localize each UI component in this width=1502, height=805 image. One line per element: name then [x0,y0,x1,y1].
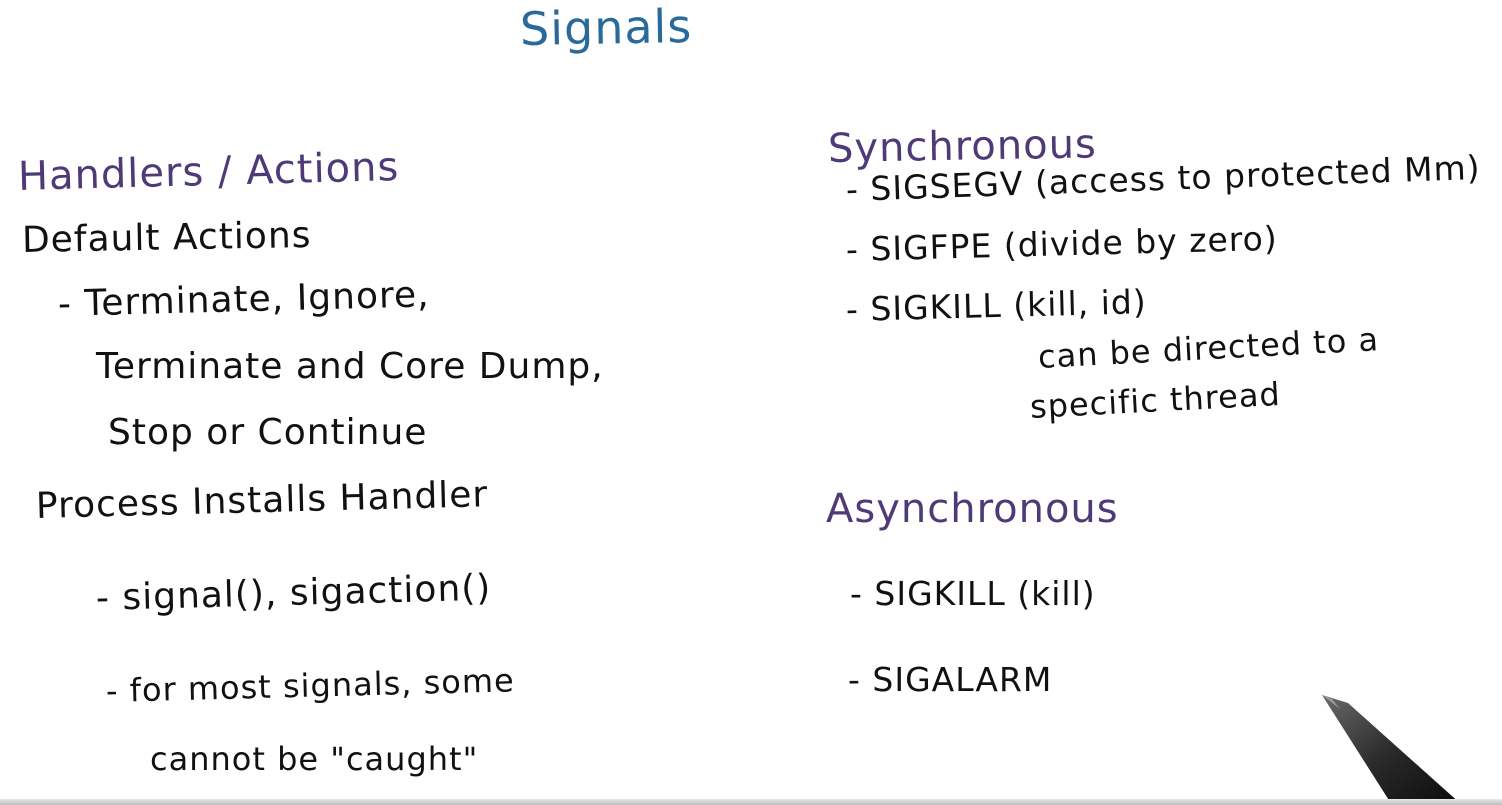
synchronous-item: - SIGFPE (divide by zero) [845,218,1279,269]
asynchronous-item: - SIGALARM [848,660,1053,699]
bottom-edge [0,799,1502,805]
pen-icon [1322,695,1462,805]
synchronous-item: - SIGKILL (kill, id) [845,282,1148,329]
default-actions-item: Stop or Continue [108,412,428,453]
asynchronous-heading: Asynchronous [826,486,1119,532]
process-installs-item: - for most signals, some [105,661,516,710]
page-title: Signals [519,0,693,56]
synchronous-note: can be directed to a [1037,320,1380,376]
process-installs-item: cannot be "caught" [150,740,479,778]
asynchronous-item: - SIGKILL (kill) [850,574,1096,613]
process-installs-item: - signal(), sigaction() [95,567,492,619]
process-installs-label: Process Installs Handler [35,474,489,527]
default-actions-label: Default Actions [21,214,312,261]
default-actions-item: - Terminate, Ignore, [57,274,431,325]
default-actions-item: Terminate and Core Dump, [96,346,604,387]
handlers-actions-heading: Handlers / Actions [17,144,400,200]
synchronous-note: specific thread [1029,374,1282,426]
